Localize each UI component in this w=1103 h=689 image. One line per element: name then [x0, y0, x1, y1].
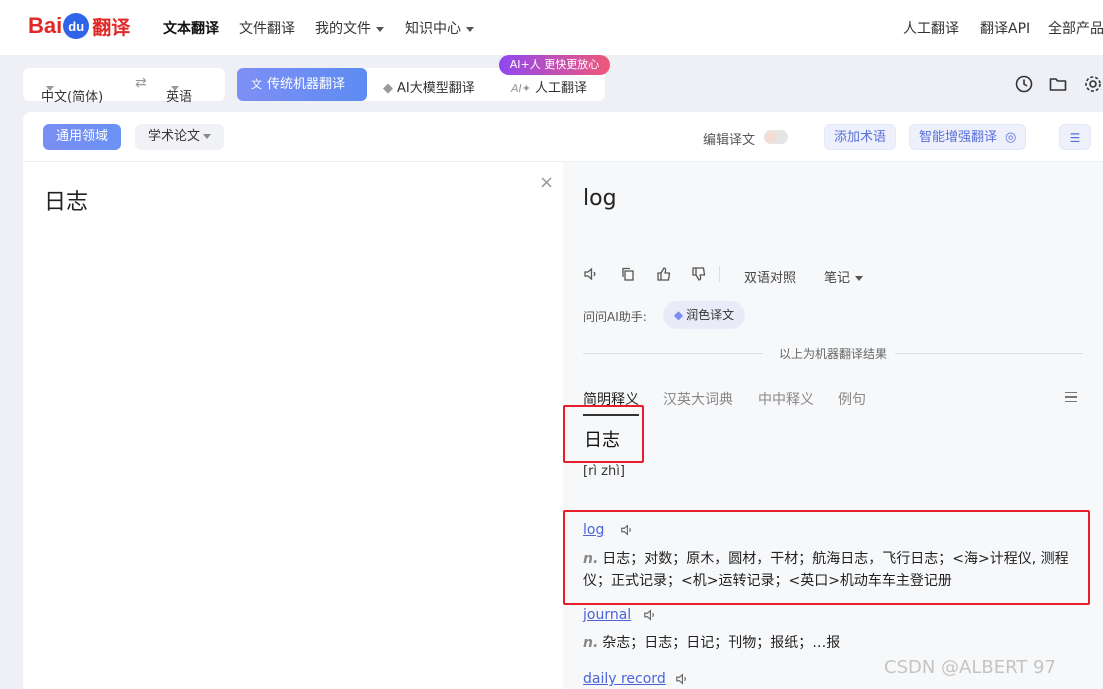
- chevron-down-icon: [855, 276, 864, 281]
- chevron-down-icon: [171, 86, 179, 91]
- translate-icon: 文: [251, 78, 262, 91]
- top-navbar: Bai du 翻译 文本翻译 文件翻译 我的文件 知识中心 人工翻译 翻译API…: [0, 0, 1103, 55]
- cube-icon: ◆: [673, 308, 684, 322]
- nav-text-translate[interactable]: 文本翻译: [163, 18, 219, 38]
- edit-translation-label: 编辑译文: [703, 133, 756, 148]
- settings-gear-icon[interactable]: [1083, 74, 1103, 94]
- thumbs-up-icon[interactable]: [656, 266, 672, 282]
- domain-academic-select[interactable]: 学术论文: [135, 124, 225, 150]
- speaker-icon[interactable]: [643, 608, 657, 622]
- pinyin: [rì zhì]: [583, 464, 625, 479]
- baidu-translate-logo[interactable]: Bai du 翻译: [28, 10, 130, 42]
- part-of-speech: n.: [583, 635, 599, 651]
- chevron-down-icon: [203, 134, 212, 139]
- notes-label: 笔记: [824, 271, 851, 286]
- dictionary-menu-icon[interactable]: [1065, 392, 1077, 402]
- folder-icon[interactable]: [1048, 74, 1068, 94]
- nav-file-translate[interactable]: 文件翻译: [239, 18, 295, 38]
- definition-text: 日志；对数；原木，圆材，干材；航海日志，飞行日志；<海>计程仪, 测程仪；正式记…: [583, 551, 1069, 589]
- translation-card: 通用领域 学术论文 编辑译文 添加术语 智能增强翻译 ◎ ☰ 日志 × log 双…: [23, 112, 1103, 689]
- result-pane: log 双语对照 笔记 问问AI助手: ◆ 润色译文 以上为机器翻译结果 简明释义…: [563, 162, 1103, 689]
- history-clock-icon[interactable]: [1014, 74, 1034, 94]
- divider: [895, 353, 1083, 354]
- entry-word-link[interactable]: daily record: [583, 671, 666, 687]
- smart-enhance-label: 智能增强翻译: [919, 130, 998, 145]
- notes-dropdown[interactable]: 笔记: [824, 267, 864, 286]
- nav-translate-api[interactable]: 翻译API: [980, 18, 1030, 38]
- tab-concise-definition[interactable]: 简明释义: [583, 389, 639, 416]
- speaker-icon[interactable]: [675, 672, 689, 686]
- nav-my-files-label: 我的文件: [315, 21, 371, 37]
- translation-output: log: [583, 186, 617, 211]
- entry-word-link[interactable]: log: [583, 522, 604, 538]
- nav-all-products[interactable]: 全部产品: [1048, 18, 1103, 38]
- logo-fanyi: 翻译: [92, 16, 131, 39]
- tab-traditional-label: 传统机器翻译: [267, 77, 346, 92]
- definition-text: 杂志；日志；日记；刊物；报纸；…报: [602, 635, 841, 651]
- dictionary-headword: 日志: [584, 430, 620, 451]
- target-circle-icon: ◎: [1005, 130, 1017, 145]
- ai-sparkle-icon: AI✦: [511, 82, 531, 95]
- smart-enhance-button[interactable]: 智能增强翻译 ◎: [909, 124, 1027, 150]
- nav-human-translate[interactable]: 人工翻译: [903, 18, 959, 38]
- domain-general-button[interactable]: 通用领域: [43, 124, 122, 150]
- entry-definition: n. 日志；对数；原木，圆材，干材；航海日志，飞行日志；<海>计程仪, 测程仪；正…: [583, 548, 1085, 592]
- copy-icon[interactable]: [620, 266, 636, 282]
- source-input[interactable]: 日志: [44, 184, 88, 216]
- chevron-down-icon: [466, 26, 474, 32]
- edit-translation-toggle[interactable]: [764, 130, 788, 144]
- clear-icon[interactable]: ×: [539, 172, 554, 193]
- nav-knowledge-label: 知识中心: [405, 21, 461, 37]
- language-selector: 中文(简体) ⇄ 英语: [23, 68, 225, 105]
- swap-languages-icon[interactable]: ⇄: [135, 75, 147, 91]
- add-terms-button[interactable]: 添加术语: [824, 124, 897, 150]
- speaker-icon[interactable]: [620, 523, 634, 537]
- thumbs-down-icon[interactable]: [691, 266, 707, 282]
- tab-human-label: 人工翻译: [535, 81, 588, 96]
- entry-word-link[interactable]: journal: [583, 607, 631, 623]
- nav-my-files[interactable]: 我的文件: [315, 18, 384, 38]
- domain-academic-label: 学术论文: [148, 129, 201, 144]
- toolbar-separator: [719, 266, 720, 282]
- tab-chinese-english-dictionary[interactable]: 汉英大词典: [663, 389, 733, 409]
- part-of-speech: n.: [583, 551, 599, 567]
- nav-knowledge-center[interactable]: 知识中心: [405, 18, 474, 38]
- tab-chinese-definition[interactable]: 中中释义: [758, 389, 814, 409]
- machine-translation-note: 以上为机器翻译结果: [779, 347, 888, 361]
- chevron-down-icon: [376, 26, 384, 32]
- tab-example-sentences[interactable]: 例句: [838, 389, 866, 409]
- polish-label: 润色译文: [686, 308, 735, 322]
- logo-du-paw: du: [63, 13, 90, 39]
- tab-human-translate[interactable]: AI✦ 人工翻译: [511, 77, 587, 96]
- tab-ai-model-label: AI大模型翻译: [397, 81, 475, 96]
- watermark: CSDN @ALBERT 97: [884, 657, 1056, 678]
- bilingual-compare-button[interactable]: 双语对照: [744, 267, 796, 286]
- ai-human-promo-badge: AI+人 更快更放心: [499, 55, 610, 75]
- divider: [583, 353, 763, 354]
- speaker-icon[interactable]: [583, 266, 599, 282]
- collapse-menu-icon[interactable]: ☰: [1059, 124, 1091, 150]
- tab-ai-model[interactable]: ◆ AI大模型翻译: [383, 77, 475, 96]
- target-language-label: 英语: [166, 90, 193, 105]
- logo-bai: Bai: [28, 13, 63, 38]
- polish-translation-button[interactable]: ◆ 润色译文: [663, 301, 745, 329]
- ai-assistant-label: 问问AI助手:: [583, 310, 647, 324]
- source-pane[interactable]: 日志 ×: [23, 162, 563, 689]
- tab-traditional-machine[interactable]: 文传统机器翻译: [237, 68, 367, 101]
- card-header: 通用领域 学术论文 编辑译文 添加术语 智能增强翻译 ◎ ☰: [23, 112, 1103, 162]
- cube-icon: ◆: [383, 81, 393, 96]
- entry-definition: n. 杂志；日志；日记；刊物；报纸；…报: [583, 632, 1085, 654]
- chevron-down-icon: [46, 86, 54, 91]
